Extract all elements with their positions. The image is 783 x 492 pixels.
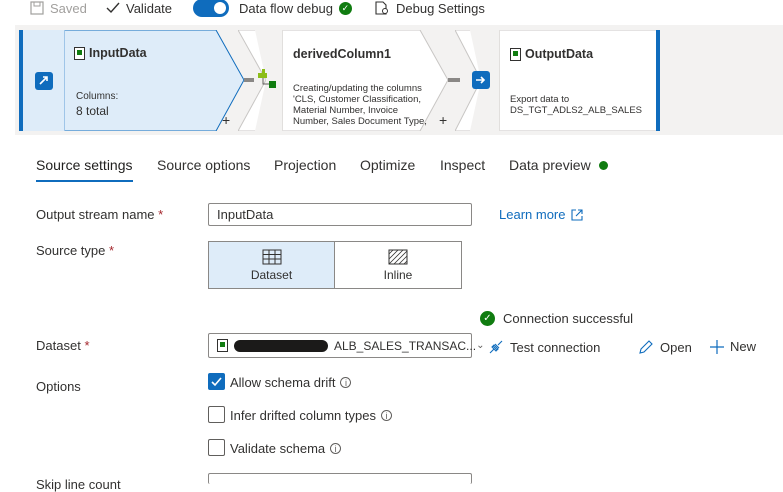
tab-projection[interactable]: Projection xyxy=(274,157,336,173)
plus-icon xyxy=(710,339,724,354)
node-input-data-columns-label: Columns: xyxy=(76,91,119,102)
debug-settings-button[interactable]: Debug Settings xyxy=(374,0,485,16)
node-output-data-title: OutputData xyxy=(525,47,594,61)
infer-drifted-text: Infer drifted column types xyxy=(230,408,376,423)
connection-status-text: Connection successful xyxy=(503,311,634,326)
test-connection-button[interactable]: Test connection xyxy=(488,339,600,355)
node-output-data-header: OutputData xyxy=(510,47,593,61)
required-mark: * xyxy=(84,338,90,353)
learn-more-label: Learn more xyxy=(499,207,566,222)
save-icon xyxy=(30,1,44,15)
node-input-data-header: InputData xyxy=(74,46,147,60)
validate-schema-label: Validate schema i xyxy=(230,441,342,456)
node-input-data-title: InputData xyxy=(89,46,147,60)
output-stream-name-label: Output stream name * xyxy=(36,207,163,222)
required-mark: * xyxy=(158,207,164,222)
sink-icon xyxy=(472,71,490,89)
dataset-select[interactable]: ALB_SALES_TRANSAC... ⌄ xyxy=(208,333,484,358)
node-input-data[interactable]: InputData Columns: 8 total + xyxy=(19,30,244,131)
add-transform-button[interactable]: + xyxy=(222,112,230,128)
dataset-icon xyxy=(74,46,85,60)
chevron-down-icon: ⌄ xyxy=(476,340,485,351)
connection-status: ✓ Connection successful xyxy=(480,311,633,326)
node-input-data-columns-value: 8 total xyxy=(76,104,109,118)
dataset-select-value: ALB_SALES_TRANSAC... xyxy=(334,338,477,353)
derived-column-icon xyxy=(258,69,278,92)
tab-source-options[interactable]: Source options xyxy=(157,157,250,173)
debug-settings-label: Debug Settings xyxy=(396,0,485,16)
info-icon[interactable]: i xyxy=(330,443,342,454)
toolbar: Saved Validate Data flow debug ✓ Debug S… xyxy=(0,0,783,22)
validate-schema-text: Validate schema xyxy=(230,441,326,456)
dataset-label: Dataset * xyxy=(36,338,90,353)
debug-settings-icon xyxy=(375,1,388,15)
node-output-data-description: Export data to DS_TGT_ADLS2_ALB_SALES xyxy=(510,94,643,116)
source-type-label: Source type * xyxy=(36,243,114,258)
data-preview-status-dot xyxy=(598,160,608,170)
options-label: Options xyxy=(36,379,81,394)
validate-label: Validate xyxy=(126,0,173,16)
pencil-icon xyxy=(639,340,653,354)
output-stream-name-input[interactable]: InputData xyxy=(208,203,472,226)
validate-button[interactable]: Validate xyxy=(106,0,172,16)
source-type-inline-label: Inline xyxy=(383,267,413,282)
success-icon: ✓ xyxy=(480,311,495,326)
node-output-data-accent xyxy=(656,30,660,131)
saved-button[interactable]: Saved xyxy=(30,0,87,16)
data-flow-debug-toggle[interactable] xyxy=(193,0,229,17)
info-icon[interactable]: i xyxy=(380,410,392,421)
tab-optimize[interactable]: Optimize xyxy=(360,157,415,173)
checkmark-icon xyxy=(211,377,222,387)
skip-line-count-label: Skip line count xyxy=(36,477,121,492)
data-flow-canvas: InputData Columns: 8 total + derivedColu… xyxy=(15,25,783,135)
data-flow-debug-toggle-group: Data flow debug ✓ xyxy=(193,0,352,17)
checkmark-icon xyxy=(106,2,120,14)
external-link-icon xyxy=(571,208,584,221)
tab-data-preview-label: Data preview xyxy=(509,157,591,173)
debug-status-icon: ✓ xyxy=(338,1,352,15)
info-icon[interactable]: i xyxy=(340,377,352,388)
allow-schema-drift-checkbox[interactable] xyxy=(208,373,225,390)
test-connection-label: Test connection xyxy=(510,339,601,355)
source-type-inline-option[interactable]: Inline xyxy=(334,241,462,289)
validate-schema-checkbox[interactable] xyxy=(208,439,225,456)
node-output-data[interactable]: OutputData Export data to DS_TGT_ADLS2_A… xyxy=(455,30,660,131)
node-derived-column-description: Creating/updating the columns 'CLS, Cust… xyxy=(293,83,427,127)
infer-drifted-column-types-label: Infer drifted column types i xyxy=(230,408,392,423)
tab-data-preview[interactable]: Data preview xyxy=(509,157,608,173)
new-dataset-label: New xyxy=(730,339,757,354)
data-flow-debug-label: Data flow debug xyxy=(239,0,333,16)
learn-more-link[interactable]: Learn more xyxy=(499,207,584,222)
allow-schema-drift-label: Allow schema drift i xyxy=(230,375,352,390)
output-stream-name-value: InputData xyxy=(217,207,274,222)
source-icon xyxy=(35,72,53,90)
new-dataset-button[interactable]: New xyxy=(710,339,756,354)
source-type-dataset-label: Dataset xyxy=(250,267,293,282)
tab-active-underline xyxy=(36,180,133,182)
dataset-icon xyxy=(510,47,521,61)
output-stream-name-label-text: Output stream name xyxy=(36,207,155,222)
saved-label: Saved xyxy=(50,0,87,16)
dataset-label-text: Dataset xyxy=(36,338,81,353)
node-derived-column-title: derivedColumn1 xyxy=(293,47,391,61)
infer-drifted-column-types-checkbox[interactable] xyxy=(208,406,225,423)
dataset-icon xyxy=(217,339,228,352)
table-icon xyxy=(262,249,281,264)
node-input-data-icon-column xyxy=(23,30,65,131)
add-transform-button-2[interactable]: + xyxy=(439,112,447,128)
open-dataset-button[interactable]: Open xyxy=(638,339,692,355)
redacted-text xyxy=(234,339,328,352)
plug-icon xyxy=(489,340,503,354)
dataset-select-content: ALB_SALES_TRANSAC... xyxy=(217,339,476,353)
tab-inspect[interactable]: Inspect xyxy=(440,157,485,173)
skip-line-count-input[interactable] xyxy=(208,473,472,484)
allow-schema-drift-text: Allow schema drift xyxy=(230,375,336,390)
open-dataset-label: Open xyxy=(660,339,692,355)
source-type-dataset-option[interactable]: Dataset xyxy=(208,241,335,289)
inline-icon xyxy=(388,249,408,264)
tab-source-settings[interactable]: Source settings xyxy=(36,157,133,173)
source-type-label-text: Source type xyxy=(36,243,106,258)
required-mark: * xyxy=(109,243,115,258)
node-derived-column[interactable]: derivedColumn1 Creating/updating the col… xyxy=(238,30,448,131)
